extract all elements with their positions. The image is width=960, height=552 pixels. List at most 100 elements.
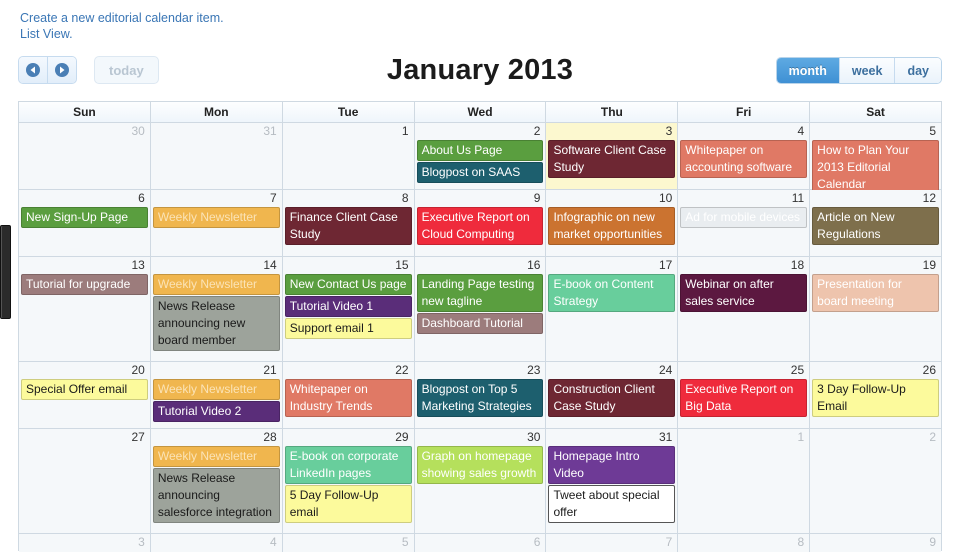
dow-sat: Sat [810, 102, 942, 123]
calendar-event[interactable]: New Contact Us page [284, 274, 412, 295]
day-number: 8 [401, 191, 409, 205]
calendar-day-cell[interactable]: 25 Executive Report on Big Data [678, 362, 811, 428]
calendar-day-cell[interactable]: 6 New Sign-Up Page [19, 190, 151, 256]
calendar-event[interactable]: Landing Page testing new tagline [416, 274, 544, 312]
calendar-event[interactable]: Presentation for board meeting [812, 274, 940, 312]
calendar-event[interactable]: Special Offer email [21, 379, 148, 400]
calendar-event[interactable]: Webinar on after sales service [680, 274, 808, 312]
left-edge-scrollbar[interactable] [0, 225, 11, 319]
calendar-event[interactable]: Tutorial Video 2 [152, 401, 280, 422]
calendar-day-cell[interactable]: 12 Article on New Regulations [810, 190, 942, 256]
calendar-event[interactable]: Executive Report on Big Data [680, 379, 808, 417]
calendar-day-cell[interactable]: 30 [19, 123, 151, 189]
calendar-event[interactable]: Tweet about special offer [548, 485, 676, 523]
day-of-week-header-row: Sun Mon Tue Wed Thu Fri Sat [19, 102, 942, 123]
calendar-day-cell[interactable]: 4 [150, 534, 283, 552]
calendar-day-cell[interactable]: 8 [678, 534, 811, 552]
calendar-event[interactable]: Tutorial Video 1 [284, 296, 412, 317]
calendar-day-cell[interactable]: 30 Graph on homepage showing sales growth [414, 429, 547, 533]
calendar-event[interactable]: News Release announcing salesforce integ… [152, 468, 280, 523]
calendar-event[interactable]: Construction Client Case Study [548, 379, 676, 417]
calendar-event[interactable]: New Sign-Up Page [21, 207, 148, 228]
calendar-event[interactable]: Weekly Newsletter [152, 379, 280, 400]
calendar-day-cell[interactable]: 17 E-book on Content Strategy [546, 257, 679, 361]
calendar-event[interactable]: Ad for mobile devices [680, 207, 808, 228]
calendar-day-cell[interactable]: 3 Software Client Case Study [546, 123, 679, 189]
view-button-month[interactable]: month [776, 58, 839, 83]
calendar-day-cell[interactable]: 6 [414, 534, 547, 552]
calendar-event[interactable]: News Release announcing new board member [152, 296, 280, 351]
calendar-day-cell[interactable]: 18 Webinar on after sales service [678, 257, 811, 361]
calendar-event[interactable]: Weekly Newsletter [152, 207, 280, 228]
calendar-day-cell[interactable]: 31 Homepage Intro Video Tweet about specia… [546, 429, 679, 533]
calendar-day-cell[interactable]: 10 Infographic on new market opportunitie… [546, 190, 679, 256]
calendar-day-cell[interactable]: 8 Finance Client Case Study [282, 190, 415, 256]
list-view-link[interactable]: List View. [20, 26, 224, 42]
calendar-event[interactable]: Article on New Regulations [812, 207, 940, 245]
calendar-day-cell[interactable]: 3 [19, 534, 151, 552]
calendar-event[interactable]: Dashboard Tutorial [416, 313, 544, 334]
calendar-day-cell[interactable]: 27 [19, 429, 151, 533]
calendar-week-row: 27 28 Weekly Newsletter News Release announ… [19, 429, 942, 534]
calendar-event[interactable]: How to Plan Your 2013 Editorial Calendar [812, 140, 940, 195]
calendar-day-cell[interactable]: 5 How to Plan Your 2013 Editorial Calenda… [810, 123, 942, 195]
calendar-event[interactable]: 5 Day Follow-Up email [284, 485, 412, 523]
calendar-day-cell[interactable]: 31 [150, 123, 283, 189]
calendar-day-cell[interactable]: 21 Weekly Newsletter Tutorial Video 2 [150, 362, 283, 428]
calendar-day-cell[interactable]: 7 [546, 534, 679, 552]
day-number: 23 [527, 363, 541, 377]
calendar-event[interactable]: E-book on corporate LinkedIn pages [284, 446, 412, 484]
calendar-event[interactable]: Blogpost on SAAS [416, 162, 544, 183]
calendar-day-cell[interactable]: 1 [282, 123, 415, 189]
calendar-day-cell[interactable]: 26 3 Day Follow-Up Email [810, 362, 942, 428]
calendar-day-cell[interactable]: 2 [810, 429, 942, 533]
dow-sun: Sun [19, 102, 151, 123]
calendar-day-cell[interactable]: 22 Whitepaper on Industry Trends [282, 362, 415, 428]
calendar-day-cell[interactable]: 1 [678, 429, 811, 533]
calendar-day-cell[interactable]: 13 Tutorial for upgrade [19, 257, 151, 361]
calendar-day-cell[interactable]: 2 About Us Page Blogpost on SAAS [414, 123, 547, 189]
calendar-day-cell[interactable]: 28 Weekly Newsletter News Release announci… [150, 429, 283, 533]
calendar-event[interactable]: 3 Day Follow-Up Email [812, 379, 940, 417]
day-number: 10 [658, 191, 673, 205]
view-button-week[interactable]: week [838, 58, 895, 83]
calendar-event[interactable]: Weekly Newsletter [152, 446, 280, 467]
calendar-event[interactable]: Finance Client Case Study [284, 207, 412, 245]
calendar-day-cell[interactable]: 14 Weekly Newsletter News Release announci… [150, 257, 283, 361]
calendar-day-cell[interactable]: 9 Executive Report on Cloud Computing [414, 190, 547, 256]
calendar-day-cell[interactable]: 9 [810, 534, 942, 552]
calendar-day-cell[interactable]: 7 Weekly Newsletter [150, 190, 283, 256]
dow-tue: Tue [282, 102, 415, 123]
calendar-event[interactable]: Executive Report on Cloud Computing [416, 207, 544, 245]
calendar-event[interactable]: Tutorial for upgrade [21, 274, 148, 295]
calendar-event[interactable]: Software Client Case Study [548, 140, 676, 178]
calendar-day-cell[interactable]: 11 Ad for mobile devices [678, 190, 811, 256]
calendar-day-cell[interactable]: 23 Blogpost on Top 5 Marketing Strategies [414, 362, 547, 428]
calendar-day-cell[interactable]: 20 Special Offer email [19, 362, 151, 428]
calendar-event[interactable]: Whitepaper on Industry Trends [284, 379, 412, 417]
day-number: 13 [131, 258, 145, 272]
day-number: 18 [790, 258, 805, 272]
calendar-day-cell[interactable]: 5 [282, 534, 415, 552]
calendar-event[interactable]: Homepage Intro Video [548, 446, 676, 484]
calendar-event[interactable]: Infographic on new market opportunities [548, 207, 676, 245]
calendar-day-cell[interactable]: 15 New Contact Us page Tutorial Video 1 Sup… [282, 257, 415, 361]
view-button-day[interactable]: day [894, 58, 941, 83]
calendar-event[interactable]: Whitepaper on accounting software [680, 140, 808, 178]
calendar-event[interactable]: E-book on Content Strategy [548, 274, 676, 312]
day-number: 31 [658, 430, 673, 444]
calendar-event[interactable]: About Us Page [416, 140, 544, 161]
calendar-day-cell[interactable]: 29 E-book on corporate LinkedIn pages 5 Da… [282, 429, 415, 533]
calendar-day-cell[interactable]: 4 Whitepaper on accounting software [678, 123, 811, 189]
day-number: 3 [138, 535, 145, 549]
calendar-week-row: 30 31 1 2 About Us Page Blogpost on SAAS 3 Soft… [19, 123, 942, 195]
calendar-day-cell[interactable]: 19 Presentation for board meeting [810, 257, 942, 361]
calendar-event[interactable]: Weekly Newsletter [152, 274, 280, 295]
create-item-link[interactable]: Create a new editorial calendar item. [20, 10, 224, 26]
day-number: 22 [395, 363, 409, 377]
calendar-event[interactable]: Support email 1 [284, 318, 412, 339]
calendar-event[interactable]: Graph on homepage showing sales growth [416, 446, 544, 484]
calendar-day-cell[interactable]: 16 Landing Page testing new tagline Dashbo… [414, 257, 547, 361]
calendar-day-cell[interactable]: 24 Construction Client Case Study [546, 362, 679, 428]
calendar-event[interactable]: Blogpost on Top 5 Marketing Strategies [416, 379, 544, 417]
